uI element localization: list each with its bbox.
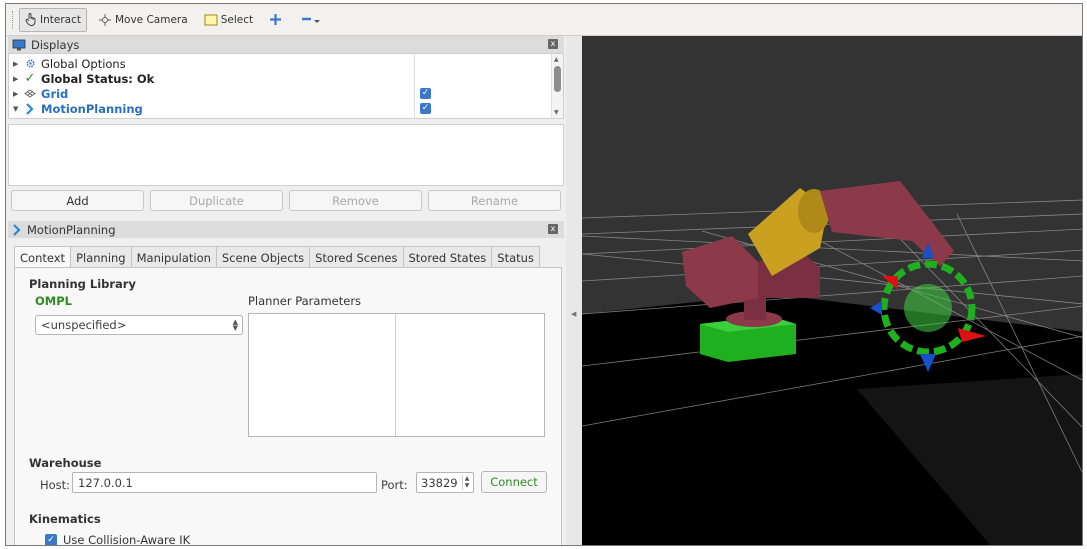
move-camera-tool-button[interactable]: Move Camera	[93, 8, 193, 32]
collapse-left-icon[interactable]: ◀	[571, 310, 576, 318]
planning-library-title: Planning Library	[29, 277, 136, 291]
displays-panel-header: Displays x	[8, 36, 564, 53]
select-tool-button[interactable]: Select	[199, 8, 258, 32]
planner-parameters-table[interactable]	[248, 313, 545, 437]
tab-context[interactable]: Context	[14, 246, 72, 269]
tab-status[interactable]: Status	[491, 246, 540, 268]
collapse-arrow-icon[interactable]: ▼	[13, 105, 23, 113]
display-description-box	[8, 124, 564, 186]
collision-aware-ik-checkbox[interactable]: ✓	[45, 534, 57, 545]
grid-enabled-checkbox[interactable]: ✓	[420, 88, 431, 99]
focus-camera-tool-button[interactable]	[264, 8, 290, 32]
left-dock: Displays x ▶ Global Options ▶ ✓ Global S…	[6, 36, 566, 546]
tree-item-label: Grid	[41, 86, 69, 101]
tab-stored-states[interactable]: Stored States	[402, 246, 493, 268]
scroll-up-icon[interactable]: ▲	[554, 56, 559, 63]
planning-library-name: OMPL	[35, 294, 72, 308]
motion-planning-panel-header: MotionPlanning x	[8, 221, 564, 238]
rename-display-button[interactable]: Rename	[428, 190, 561, 211]
tree-item-label: MotionPlanning	[41, 101, 143, 116]
scrollbar-thumb[interactable]	[554, 66, 561, 92]
port-spinbox-value: 33829	[421, 475, 458, 490]
expand-arrow-icon[interactable]: ▶	[13, 60, 23, 68]
kinematics-title: Kinematics	[29, 512, 101, 526]
toolbar-grip[interactable]	[12, 10, 15, 29]
scroll-down-icon[interactable]: ▼	[554, 109, 559, 116]
tab-manipulation[interactable]: Manipulation	[130, 246, 217, 268]
displays-tree: ▶ Global Options ▶ ✓ Global Status: Ok ▶…	[8, 53, 564, 119]
displays-title: Displays	[31, 37, 80, 52]
toolbar: Interact Move Camera Select	[6, 4, 1082, 36]
motion-planning-close-button[interactable]: x	[548, 224, 558, 234]
host-input-value: 127.0.0.1	[78, 475, 133, 490]
motion-planning-icon	[12, 223, 22, 236]
checkmark-icon: ✓	[24, 71, 36, 86]
spin-arrows-icon[interactable]: ▲ ▼	[462, 475, 471, 490]
collision-aware-ik-label: Use Collision-Aware IK	[63, 533, 191, 546]
planner-parameters-label: Planner Parameters	[248, 294, 362, 308]
select-label: Select	[220, 13, 254, 26]
tree-item-global-options[interactable]: ▶ Global Options	[9, 56, 549, 71]
motion-planning-enabled-checkbox[interactable]: ✓	[420, 103, 431, 114]
tab-stored-scenes[interactable]: Stored Scenes	[309, 246, 404, 268]
column-divider	[395, 314, 396, 436]
connect-button[interactable]: Connect	[481, 471, 547, 493]
crosshair-plus-icon	[269, 13, 282, 26]
scene-render[interactable]	[582, 36, 1083, 546]
add-display-button[interactable]: Add	[11, 190, 144, 211]
move-camera-label: Move Camera	[114, 13, 188, 26]
measure-tool-button[interactable]	[296, 8, 329, 32]
displays-button-row: Add Duplicate Remove Rename	[8, 190, 564, 212]
host-input[interactable]: 127.0.0.1	[72, 472, 377, 493]
interact-tool-button[interactable]: Interact	[19, 7, 87, 32]
column-divider	[414, 54, 415, 118]
host-label: Host:	[40, 478, 71, 492]
remove-display-button[interactable]: Remove	[289, 190, 422, 211]
tree-item-label: Global Status: Ok	[41, 71, 155, 86]
tab-planning[interactable]: Planning	[70, 246, 132, 268]
tab-scene-objects[interactable]: Scene Objects	[215, 246, 311, 268]
planner-select-value: <unspecified>	[41, 318, 127, 332]
rviz-window: Interact Move Camera Select Displays x ▶…	[5, 3, 1083, 546]
tree-item-global-status[interactable]: ▶ ✓ Global Status: Ok	[9, 71, 549, 86]
displays-close-button[interactable]: x	[548, 39, 558, 49]
tree-item-motion-planning[interactable]: ▼ MotionPlanning	[9, 101, 549, 116]
expand-arrow-icon[interactable]: ▶	[13, 75, 23, 83]
motion-planning-tabs: Context Planning Manipulation Scene Obje…	[14, 246, 540, 269]
motion-planning-icon	[23, 102, 37, 115]
interact-label: Interact	[40, 13, 81, 26]
planner-select[interactable]: <unspecified> ▲ ▼	[35, 315, 243, 335]
robot-link-4	[820, 181, 954, 266]
tree-item-label: Global Options	[41, 56, 126, 71]
combo-spin-icon: ▲ ▼	[232, 318, 238, 332]
expand-arrow-icon[interactable]: ▶	[13, 90, 23, 98]
duplicate-display-button[interactable]: Duplicate	[150, 190, 283, 211]
minus-dropdown-icon	[301, 15, 321, 25]
dock-splitter[interactable]: ◀	[566, 36, 582, 545]
robot-link-2	[682, 236, 758, 308]
port-spinbox[interactable]: 33829 ▲ ▼	[416, 472, 474, 493]
monitor-icon	[12, 39, 26, 51]
context-tab-body: Planning Library OMPL Planner Parameters…	[14, 267, 562, 546]
hand-pointer-icon	[25, 13, 37, 26]
3d-viewport[interactable]	[582, 36, 1083, 546]
displays-scrollbar[interactable]: ▲ ▼	[551, 54, 563, 118]
select-rect-icon	[204, 14, 218, 26]
tree-item-grid[interactable]: ▶ Grid	[9, 86, 549, 101]
grid-icon	[23, 89, 37, 98]
gear-icon	[23, 58, 37, 69]
end-effector[interactable]	[904, 284, 952, 332]
move-camera-icon	[98, 13, 112, 26]
warehouse-title: Warehouse	[29, 456, 102, 470]
motion-planning-title: MotionPlanning	[27, 222, 116, 237]
port-label: Port:	[381, 478, 408, 492]
